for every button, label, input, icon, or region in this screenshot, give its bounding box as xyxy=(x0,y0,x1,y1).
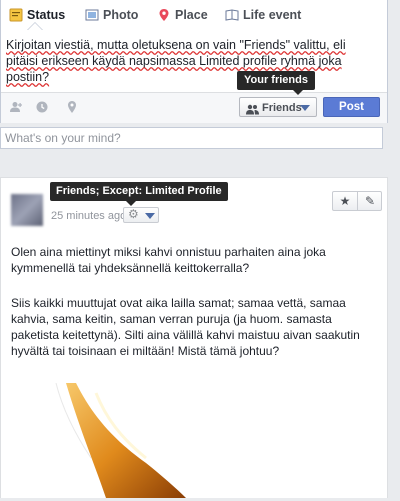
story-actions: ★ ✎ xyxy=(332,191,382,211)
tag-people-icon[interactable] xyxy=(9,100,23,114)
photo-icon xyxy=(85,3,99,21)
audience-tooltip: Your friends xyxy=(237,71,315,95)
composer-tabs: Status Photo Place Life event xyxy=(1,0,387,30)
life-event-icon xyxy=(225,3,239,21)
gear-icon: ⚙ xyxy=(128,207,139,221)
whats-on-your-mind-input[interactable]: What's on your mind? xyxy=(0,127,383,149)
friends-icon xyxy=(246,102,259,122)
story-paragraph: Siis kaikki muuttujat ovat aika lailla s… xyxy=(11,296,360,358)
story-paragraph: Olen aina miettinyt miksi kahvi onnistuu… xyxy=(11,245,326,275)
active-tab-caret xyxy=(27,22,43,30)
status-message-input[interactable]: Kirjoitan viestiä, mutta oletuksena on v… xyxy=(6,37,374,85)
story-photo[interactable] xyxy=(36,382,226,498)
edit-icon[interactable]: ✎ xyxy=(358,192,382,210)
composer: Status Photo Place Life event Kirjoitan … xyxy=(0,0,388,123)
feed-story: Friends; Except: Limited Profile 25 minu… xyxy=(0,177,388,498)
status-icon xyxy=(9,3,23,22)
chevron-down-icon xyxy=(300,105,310,111)
location-pin-icon[interactable] xyxy=(65,100,79,114)
post-button[interactable]: Post xyxy=(323,97,380,117)
place-icon xyxy=(157,3,171,21)
avatar[interactable] xyxy=(11,194,43,226)
audience-label: Friends xyxy=(262,102,302,114)
story-timestamp[interactable]: 25 minutes ago xyxy=(51,210,126,222)
chevron-down-icon xyxy=(145,213,155,219)
clock-icon[interactable] xyxy=(35,100,49,114)
privacy-tooltip: Friends; Except: Limited Profile xyxy=(50,182,228,206)
tab-place[interactable]: Place xyxy=(157,0,208,30)
tab-life-event[interactable]: Life event xyxy=(225,0,301,30)
composer-toolbar: Friends Post xyxy=(1,92,387,123)
star-icon[interactable]: ★ xyxy=(333,192,357,210)
audience-selector-button[interactable]: Friends xyxy=(239,97,317,117)
tab-photo[interactable]: Photo xyxy=(85,0,138,30)
privacy-selector-button[interactable]: ⚙ xyxy=(123,207,159,223)
